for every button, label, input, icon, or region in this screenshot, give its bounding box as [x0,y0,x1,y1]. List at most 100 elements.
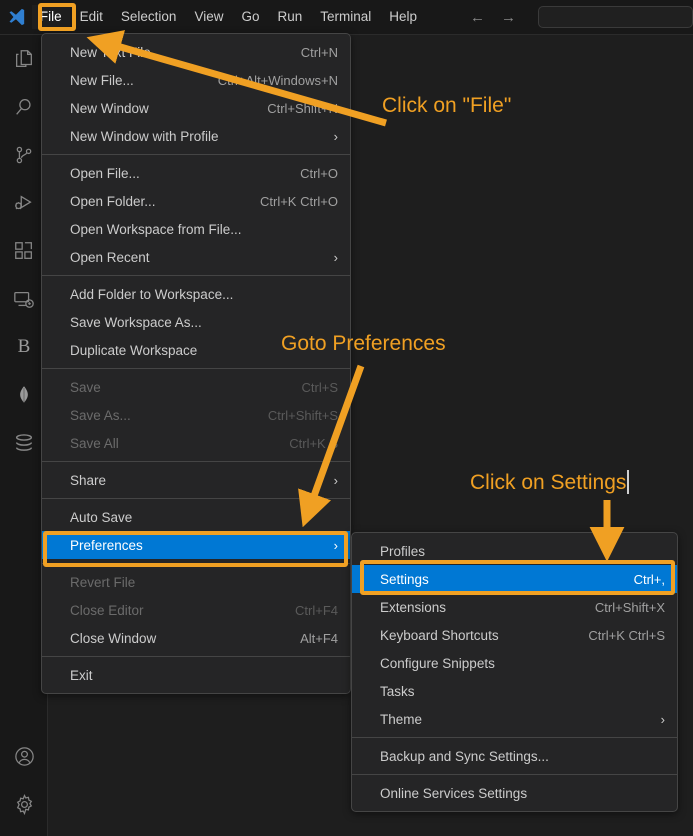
gear-icon [16,793,32,815]
bitbucket-b-icon: B [17,336,31,357]
menu-item-theme[interactable]: Theme › [352,705,677,733]
menu-item-label: New File... [70,72,134,88]
mongodb-leaf-icon [20,386,28,403]
menu-item-save-as: Save As... Ctrl+Shift+S [42,401,350,429]
database-stack-icon [15,434,33,451]
menu-item-exit[interactable]: Exit [42,661,350,689]
menu-item-close-editor: Close Editor Ctrl+F4 [42,596,350,624]
menu-item-preferences[interactable]: Preferences › [42,531,350,559]
menu-item-keyboard-shortcuts[interactable]: Keyboard Shortcuts Ctrl+K Ctrl+S [352,621,677,649]
sidebar-item-manage[interactable] [0,780,48,828]
menu-item-save-all: Save All Ctrl+K S [42,429,350,457]
menu-item-open-file[interactable]: Open File... Ctrl+O [42,159,350,187]
menubar-item-run[interactable]: Run [269,5,310,29]
menu-item-label: Settings [380,571,429,587]
menu-item-shortcut: Alt+F4 [300,630,338,646]
menu-item-shortcut: Ctrl+, [633,571,665,587]
menu-separator [42,461,350,462]
menu-item-tasks[interactable]: Tasks [352,677,677,705]
menu-item-label: Share [70,472,107,488]
menu-item-add-folder-to-workspace[interactable]: Add Folder to Workspace... [42,280,350,308]
menu-item-label: Duplicate Workspace [70,342,198,358]
menu-separator [42,563,350,564]
menu-item-label: Profiles [380,543,426,559]
menu-item-label: Save As... [70,407,131,423]
menu-item-open-folder[interactable]: Open Folder... Ctrl+K Ctrl+O [42,187,350,215]
menu-item-new-window-with-profile[interactable]: New Window with Profile › [42,122,350,150]
menu-item-shortcut: Ctrl+Shift+N [267,100,338,116]
menu-item-share[interactable]: Share › [42,466,350,494]
menu-bar: File Edit Selection View Go Run Terminal… [31,0,426,35]
menu-item-label: New Text File [70,44,151,60]
menu-item-shortcut: Ctrl+S [301,379,338,395]
menubar-item-selection[interactable]: Selection [113,5,185,29]
account-icon [14,746,34,766]
menu-item-extensions-pref[interactable]: Extensions Ctrl+Shift+X [352,593,677,621]
menu-item-auto-save[interactable]: Auto Save [42,503,350,531]
menu-item-open-workspace-from-file[interactable]: Open Workspace from File... [42,215,350,243]
menubar-item-help[interactable]: Help [381,5,425,29]
menu-item-label: Online Services Settings [380,785,528,801]
menu-item-label: Auto Save [70,509,133,525]
menu-separator [42,275,350,276]
menubar-item-go[interactable]: Go [233,5,267,29]
menu-item-label: Configure Snippets [380,655,495,671]
menu-item-label: Exit [70,667,93,683]
menu-item-label: Save Workspace As... [70,314,202,330]
menu-item-open-recent[interactable]: Open Recent › [42,243,350,271]
activity-bar-bottom [0,732,48,828]
menu-item-new-file[interactable]: New File... Ctrl+Alt+Windows+N [42,66,350,94]
preferences-submenu: Profiles Settings Ctrl+, Extensions Ctrl… [351,532,678,812]
arrow-right-icon[interactable]: → [501,10,516,25]
menu-item-shortcut: Ctrl+K S [289,435,338,451]
menu-item-label: Keyboard Shortcuts [380,627,499,643]
chevron-right-icon: › [333,537,338,553]
menu-item-shortcut: Ctrl+Alt+Windows+N [217,72,338,88]
menu-item-label: Open Folder... [70,193,156,209]
menu-item-label: Theme [380,711,423,727]
menu-item-online-services-settings[interactable]: Online Services Settings [352,779,677,807]
menu-separator [42,498,350,499]
menu-item-label: Save All [70,435,119,451]
menu-item-shortcut: Ctrl+N [300,44,338,60]
menu-item-settings[interactable]: Settings Ctrl+, [352,565,677,593]
annotation-goto-preferences: Goto Preferences [281,332,446,355]
menu-item-label: Tasks [380,683,415,699]
menu-item-revert-file: Revert File [42,568,350,596]
menu-item-label: Backup and Sync Settings... [380,748,549,764]
extensions-icon [15,242,32,259]
menu-item-label: Preferences [70,537,143,553]
menu-item-shortcut: Ctrl+K Ctrl+S [588,627,665,643]
menu-separator [352,737,677,738]
menu-item-backup-and-sync-settings[interactable]: Backup and Sync Settings... [352,742,677,770]
menu-item-label: New Window [70,100,149,116]
sidebar-item-accounts[interactable] [0,732,48,780]
menu-item-label: Open Recent [70,249,150,265]
menu-item-label: Open Workspace from File... [70,221,242,237]
menu-item-close-window[interactable]: Close Window Alt+F4 [42,624,350,652]
annotation-click-settings: Click on Settings [470,470,630,495]
menu-item-label: Open File... [70,165,140,181]
menu-item-label: New Window with Profile [70,128,219,144]
menu-item-configure-snippets[interactable]: Configure Snippets [352,649,677,677]
vscode-logo-icon [0,0,31,35]
menubar-item-terminal[interactable]: Terminal [312,5,379,29]
menu-item-label: Add Folder to Workspace... [70,286,234,302]
source-control-icon [16,146,32,164]
menu-item-label: Extensions [380,599,447,615]
menu-item-new-window[interactable]: New Window Ctrl+Shift+N [42,94,350,122]
menu-item-new-text-file[interactable]: New Text File Ctrl+N [42,38,350,66]
navigation-arrows: ← → [470,10,516,25]
menu-item-profiles[interactable]: Profiles [352,537,677,565]
menu-item-shortcut: Ctrl+Shift+S [267,407,338,423]
menubar-item-file[interactable]: File [31,5,70,29]
vscode-logo-glyph [9,8,25,26]
menubar-item-view[interactable]: View [186,5,231,29]
menu-separator [42,368,350,369]
arrow-left-icon[interactable]: ← [470,10,485,25]
command-center-input[interactable] [538,6,693,28]
menubar-item-edit[interactable]: Edit [72,5,111,29]
menu-separator [42,154,350,155]
chevron-right-icon: › [333,128,338,144]
run-and-debug-icon [15,195,32,210]
